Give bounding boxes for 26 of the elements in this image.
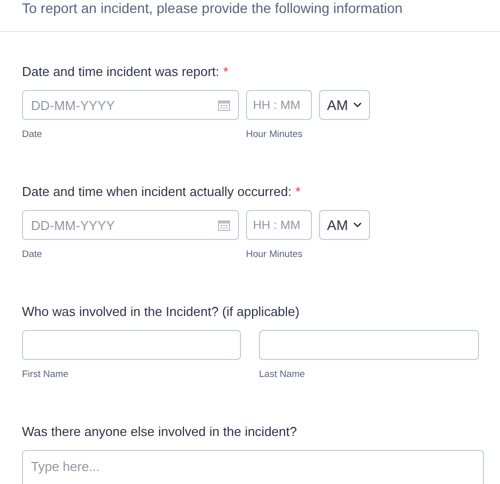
field-label: Date and time when incident actually occurred: — [22, 184, 292, 199]
field-caption: First Name — [22, 369, 70, 380]
field-caption: Hour Minutes — [246, 249, 304, 260]
field-label: Was there anyone else involved in the incident? — [22, 424, 297, 439]
first-name-field[interactable] — [22, 330, 241, 360]
time-field[interactable]: HH : MM — [246, 90, 312, 120]
date-field[interactable]: DD-MM-YYYY — [22, 90, 239, 120]
field-label: Who was involved in the Incident? (if applicable) — [22, 304, 300, 319]
intro-text: To report an incident, please provide the following information — [22, 1, 403, 15]
required-mark: * — [223, 64, 228, 79]
required-mark: * — [296, 184, 301, 199]
ampm-select[interactable]: AM — [319, 210, 370, 240]
ampm-select[interactable]: AM — [319, 90, 370, 120]
field-caption: Date — [22, 249, 44, 260]
calendar-icon — [218, 100, 230, 110]
calendar-icon — [218, 220, 230, 230]
field-caption: Last Name — [259, 369, 306, 380]
chevron-down-icon — [353, 102, 362, 108]
field-caption: Hour Minutes — [246, 129, 304, 140]
field-caption: Date — [22, 129, 44, 140]
chevron-down-icon — [353, 222, 362, 228]
date-field[interactable]: DD-MM-YYYY — [22, 210, 239, 240]
field-label: Date and time incident was report: — [22, 64, 220, 79]
time-field[interactable]: HH : MM — [246, 210, 312, 240]
text-area[interactable]: Type here... — [22, 450, 484, 484]
last-name-field[interactable] — [259, 330, 479, 360]
